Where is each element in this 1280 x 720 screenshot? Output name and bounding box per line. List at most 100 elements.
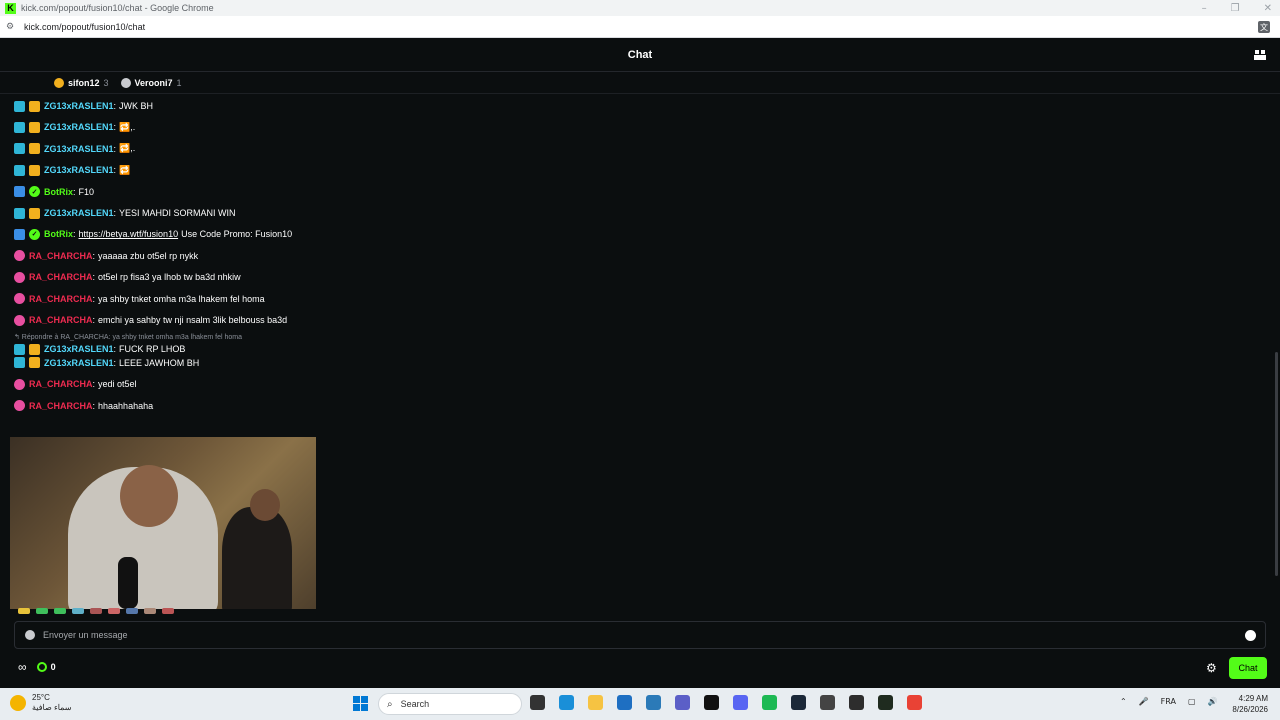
emoji-icon[interactable] — [1245, 630, 1256, 641]
bot-badge-icon[interactable] — [14, 186, 25, 198]
restore-icon[interactable]: ❐ — [1231, 3, 1240, 14]
teams-icon[interactable] — [675, 695, 690, 710]
message-username[interactable]: ZG13xRASLEN1 — [44, 208, 114, 218]
emote-icon[interactable] — [162, 608, 174, 614]
windows-start-icon[interactable] — [353, 696, 368, 711]
emote-icon[interactable] — [36, 608, 48, 614]
chat-message[interactable]: ZG13xRASLEN1: JWK BH — [14, 98, 153, 116]
emote-icon[interactable] — [108, 608, 120, 614]
shield-icon[interactable] — [25, 630, 35, 640]
mic-icon[interactable]: 🎤 — [1139, 697, 1149, 706]
subscriber-badge-icon[interactable] — [14, 357, 25, 369]
store-icon[interactable] — [646, 695, 661, 710]
verified-badge-icon[interactable]: ✓ — [29, 228, 40, 240]
send-chat-button[interactable]: Chat — [1229, 657, 1267, 679]
chat-message[interactable]: ZG13xRASLEN1: 🔁,. — [14, 139, 135, 159]
message-username[interactable]: BotRix — [44, 187, 73, 197]
kick-icon[interactable] — [878, 695, 893, 710]
users-icon[interactable] — [1254, 49, 1266, 61]
weather-widget[interactable]: 25°C سماء صافية — [10, 693, 72, 713]
minimize-icon[interactable]: – — [1202, 3, 1207, 14]
discord-icon[interactable] — [733, 695, 748, 710]
subscriber-badge-icon[interactable] — [14, 143, 25, 155]
spotify-icon[interactable] — [762, 695, 777, 710]
crown-badge-icon[interactable] — [29, 164, 40, 176]
message-username[interactable]: RA_CHARCHA — [29, 401, 93, 411]
og-badge-icon[interactable] — [14, 378, 25, 390]
chat-message[interactable]: ZG13xRASLEN1: 🔁,. — [14, 117, 135, 137]
language-indicator[interactable]: FRA — [1161, 697, 1176, 706]
app-icon[interactable] — [849, 695, 864, 710]
app-icon[interactable] — [704, 695, 719, 710]
chevron-up-icon[interactable]: ⌃ — [1120, 697, 1127, 706]
infinity-icon[interactable]: ∞ — [18, 660, 27, 674]
message-username[interactable]: RA_CHARCHA — [29, 294, 93, 304]
message-link[interactable]: https://betya.wtf/fusion10 — [79, 229, 179, 239]
og-badge-icon[interactable] — [14, 314, 25, 326]
emote-icon[interactable] — [90, 608, 102, 614]
message-username[interactable]: ZG13xRASLEN1 — [44, 144, 114, 154]
crown-badge-icon[interactable] — [29, 121, 40, 133]
message-username[interactable]: BotRix — [44, 229, 73, 239]
message-username[interactable]: ZG13xRASLEN1 — [44, 122, 114, 132]
chat-message[interactable]: RA_CHARCHA: yedi ot5el — [14, 374, 137, 394]
message-username[interactable]: ZG13xRASLEN1 — [44, 165, 114, 175]
subscriber-badge-icon[interactable] — [14, 100, 25, 112]
emote-icon[interactable] — [72, 608, 84, 614]
task-view-icon[interactable] — [530, 695, 545, 710]
verified-badge-icon[interactable]: ✓ — [29, 186, 40, 198]
og-badge-icon[interactable] — [14, 400, 25, 411]
crown-badge-icon[interactable] — [29, 100, 40, 112]
gifter-item[interactable]: Verooni7 1 — [120, 77, 182, 88]
emote-icon[interactable] — [54, 608, 66, 614]
network-icon[interactable]: ▢ — [1188, 697, 1196, 706]
emote-icon[interactable] — [126, 608, 138, 614]
outlook-icon[interactable] — [617, 695, 632, 710]
chat-message[interactable]: ZG13xRASLEN1: 🔁 — [14, 160, 130, 180]
site-info-icon[interactable]: ⚙ — [6, 22, 18, 32]
chat-message[interactable]: ✓ BotRix: https://betya.wtf/fusion10 Use Co… — [14, 224, 292, 244]
chat-message[interactable]: RA_CHARCHA: yaaaaa zbu ot5el rp nykk — [14, 246, 198, 266]
message-username[interactable]: RA_CHARCHA — [29, 379, 93, 389]
bot-badge-icon[interactable] — [14, 228, 25, 240]
og-badge-icon[interactable] — [14, 271, 25, 283]
message-username[interactable]: RA_CHARCHA — [29, 272, 93, 282]
subscriber-badge-icon[interactable] — [14, 121, 25, 133]
message-username[interactable]: RA_CHARCHA — [29, 251, 93, 261]
url-text[interactable]: kick.com/popout/fusion10/chat — [24, 22, 145, 32]
translate-icon[interactable]: 文 — [1258, 21, 1270, 33]
og-badge-icon[interactable] — [14, 250, 25, 262]
steam-icon[interactable] — [791, 695, 806, 710]
chat-message[interactable]: ZG13xRASLEN1: LEEE JAWHOM BH — [14, 353, 199, 373]
crown-badge-icon[interactable] — [29, 143, 40, 155]
chat-message[interactable]: RA_CHARCHA: ot5el rp fisa3 ya lhob tw ba3… — [14, 267, 241, 287]
og-badge-icon[interactable] — [14, 293, 25, 305]
message-username[interactable]: ZG13xRASLEN1 — [44, 358, 114, 368]
obs-icon[interactable] — [820, 695, 835, 710]
chat-scrollbar[interactable] — [1275, 352, 1278, 576]
message-username[interactable]: ZG13xRASLEN1 — [44, 101, 114, 111]
chrome-icon[interactable] — [907, 695, 922, 710]
chat-message[interactable]: RA_CHARCHA: ya shby tnket omha m3a lhakem… — [14, 289, 265, 309]
volume-icon[interactable]: 🔊 — [1208, 697, 1218, 706]
crown-badge-icon[interactable] — [29, 357, 40, 369]
gifter-item[interactable]: sifon12 3 — [54, 77, 109, 88]
message-username[interactable]: RA_CHARCHA — [29, 315, 93, 325]
close-icon[interactable]: ✕ — [1264, 3, 1272, 14]
crown-badge-icon[interactable] — [29, 207, 40, 219]
subscriber-badge-icon[interactable] — [14, 207, 25, 219]
chat-message[interactable]: ✓ BotRix: F10 — [14, 182, 94, 202]
file-explorer-icon[interactable] — [588, 695, 603, 710]
settings-icon[interactable]: ⚙ — [1206, 661, 1217, 675]
message-input[interactable]: Envoyer un message — [14, 621, 1266, 649]
channel-points[interactable]: 0 — [36, 662, 56, 672]
emote-icon[interactable] — [144, 608, 156, 614]
subscriber-badge-icon[interactable] — [14, 164, 25, 176]
chat-message[interactable]: ZG13xRASLEN1: YESI MAHDI SORMANI WIN — [14, 203, 236, 223]
chat-message[interactable]: RA_CHARCHA: emchi ya sahby tw nji nsalm 3… — [14, 310, 287, 330]
chat-message[interactable]: RA_CHARCHA: hhaahhahaha — [14, 396, 153, 416]
emote-icon[interactable] — [18, 608, 30, 614]
edge-icon[interactable] — [559, 695, 574, 710]
taskbar-search[interactable]: ⌕ Search — [378, 693, 522, 715]
address-bar[interactable]: ⚙ kick.com/popout/fusion10/chat 文 — [0, 16, 1280, 38]
